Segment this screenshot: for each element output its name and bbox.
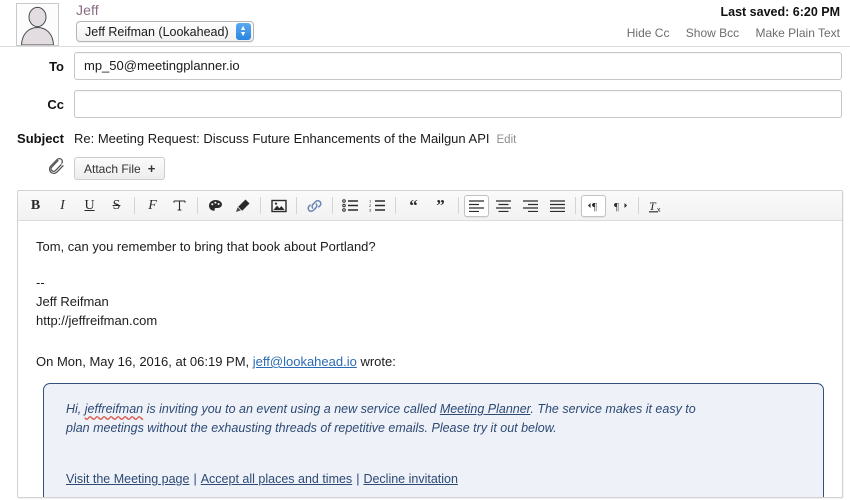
subject-row: Subject Re: Meeting Request: Discuss Fut… [0,123,850,152]
italic-icon[interactable]: I [50,195,75,217]
last-saved-status: Last saved: 6:20 PM [720,5,841,19]
subject-edit-link[interactable]: Edit [497,134,517,146]
make-plain-text-link[interactable]: Make Plain Text [756,26,841,40]
text-color-palette-icon[interactable] [203,195,228,217]
show-bcc-link[interactable]: Show Bcc [686,26,739,40]
quote-text-b: is inviting you to an event using a new … [143,402,440,416]
subject-label: Subject [17,131,64,146]
bulleted-list-icon[interactable] [338,195,363,217]
attach-file-label: Attach File [84,161,141,176]
align-justify-icon[interactable] [545,195,570,217]
font-family-icon[interactable]: F [140,195,165,217]
signature-name: Jeff Reifman [36,294,109,309]
toolbar-separator [458,197,459,214]
svg-text:3: 3 [369,208,372,213]
visit-meeting-page-link[interactable]: Visit the Meeting page [66,472,189,486]
meeting-planner-link[interactable]: Meeting Planner [440,402,531,416]
person-silhouette-icon [17,4,58,45]
toolbar-separator [296,197,297,214]
strikethrough-icon[interactable]: S [104,195,129,217]
editor-toolbar: B I U S F 1 2 3 “ ” ¶ ¶ T x [18,191,842,221]
numbered-list-icon[interactable]: 123 [365,195,390,217]
svg-text:T: T [649,199,657,213]
accept-all-link[interactable]: Accept all places and times [201,472,352,486]
body-greeting: Tom, can you remember to bring that book… [36,239,376,254]
toolbar-separator [395,197,396,214]
subject-value[interactable]: Re: Meeting Request: Discuss Future Enha… [74,131,490,146]
hide-cc-link[interactable]: Hide Cc [627,26,670,40]
underline-icon[interactable]: U [77,195,102,217]
cc-input[interactable] [74,90,842,118]
account-select[interactable]: Jeff Reifman (Lookahead) ▲ ▼ [76,21,254,42]
direction-ltr-icon[interactable]: ¶ [581,194,606,217]
paperclip-icon [0,156,74,181]
insert-image-icon[interactable] [266,195,291,217]
identity-block: Jeff Jeff Reifman (Lookahead) ▲ ▼ [76,2,254,42]
misspelled-word: jeffreifman [84,402,144,416]
link-separator: | [193,472,197,486]
compose-header: Jeff Jeff Reifman (Lookahead) ▲ ▼ Last sa… [0,0,850,46]
font-size-icon[interactable] [167,195,192,217]
quote-text-c: . The service makes it easy to [530,402,696,416]
plus-icon: + [147,161,156,176]
editor-body[interactable]: Tom, can you remember to bring that book… [18,221,842,497]
align-right-icon[interactable] [518,195,543,217]
signature-url: http://jeffreifman.com [36,313,158,328]
chevron-up-down-icon: ▲ ▼ [235,23,251,40]
quote-attribution-suffix: wrote: [356,354,396,369]
quoted-paragraph: Hi, jeffreifman is inviting you to an ev… [66,400,803,438]
to-input[interactable]: mp_50@meetingplanner.io [74,52,842,80]
cc-row: Cc [0,85,850,123]
display-name: Jeff [76,2,99,18]
attach-row: Attach File + [0,152,850,190]
svg-text:¶: ¶ [614,201,619,212]
to-row: To mp_50@meetingplanner.io [0,47,850,85]
quote-attribution: On Mon, May 16, 2016, at 06:19 PM, jeff@… [36,354,824,369]
account-select-label: Jeff Reifman (Lookahead) [85,24,229,39]
header-right: Last saved: 6:20 PM Hide Cc Show Bcc Mak… [614,4,840,40]
toolbar-separator [638,197,639,214]
compose-email-window: Jeff Jeff Reifman (Lookahead) ▲ ▼ Last sa… [0,0,850,500]
attach-file-button[interactable]: Attach File + [74,157,166,180]
bold-icon[interactable]: B [23,195,48,217]
to-label: To [49,58,64,74]
highlighter-icon[interactable] [230,195,255,217]
avatar [16,3,59,46]
toolbar-separator [197,197,198,214]
header-actions: Hide Cc Show Bcc Make Plain Text [614,26,840,40]
direction-rtl-icon[interactable]: ¶ [608,195,633,217]
align-left-icon[interactable] [464,194,489,217]
rich-text-editor: B I U S F 1 2 3 “ ” ¶ ¶ T x Tom, can you… [17,190,843,498]
quoted-message-block: Hi, jeffreifman is inviting you to an ev… [43,383,824,497]
quote-author-email-link[interactable]: jeff@lookahead.io [253,354,357,369]
quote-text-line2: plan meetings without the exhausting thr… [66,421,557,435]
toolbar-separator [260,197,261,214]
invitation-actions: Visit the Meeting page | Accept all places… [66,472,803,486]
clear-formatting-icon[interactable]: Tx [644,195,669,217]
align-center-icon[interactable] [491,195,516,217]
quote-text-a: Hi, [66,402,85,416]
blockquote-close-icon[interactable]: ” [428,195,453,217]
quote-attribution-prefix: On Mon, May 16, 2016, at 06:19 PM, [36,354,253,369]
signature-dashes: -- [36,275,45,290]
insert-link-icon[interactable] [302,195,327,217]
link-separator: | [356,472,360,486]
svg-text:¶: ¶ [592,201,597,212]
toolbar-separator [134,197,135,214]
blockquote-open-icon[interactable]: “ [401,195,426,217]
toolbar-separator [332,197,333,214]
decline-invitation-link[interactable]: Decline invitation [363,472,458,486]
toolbar-separator [575,197,576,214]
cc-label: Cc [47,96,64,112]
